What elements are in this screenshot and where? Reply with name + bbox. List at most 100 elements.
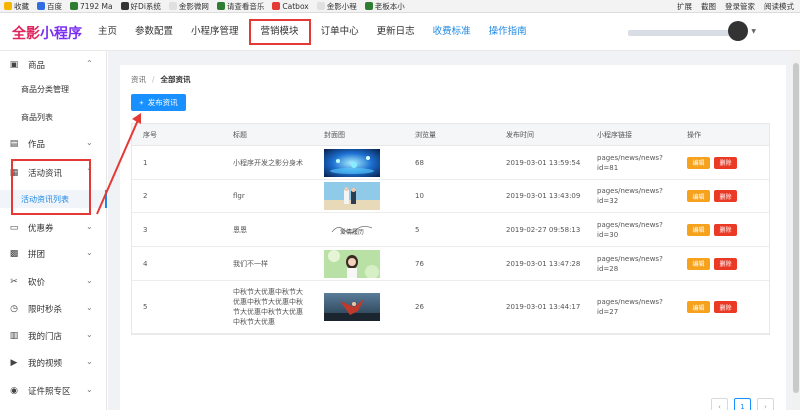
- sidebar-item[interactable]: ▤ 作品 ⌄: [0, 135, 107, 153]
- prev-page-button[interactable]: ‹: [711, 398, 728, 410]
- sidebar-item[interactable]: ▭ 优惠券 ⌄: [0, 219, 107, 237]
- table-header: 序号 标题 封面图 浏览量 发布时间 小程序链接 操作: [132, 124, 769, 146]
- sidebar-item-label: 作品: [28, 140, 46, 150]
- row-title: 小程序开发之影分身术: [233, 158, 303, 167]
- sidebar-subitem[interactable]: 商品列表: [0, 108, 107, 126]
- cover-image: [324, 281, 380, 333]
- bookmark-favicon-icon: [168, 2, 177, 10]
- delete-button[interactable]: 删除: [714, 301, 737, 313]
- delete-button[interactable]: 删除: [714, 190, 737, 202]
- bookmark-item[interactable]: 请查看音乐: [216, 1, 264, 12]
- scrollbar-thumb[interactable]: [793, 63, 799, 393]
- sidebar-item[interactable]: ◉ 证件照专区 ⌄: [0, 382, 107, 400]
- logo-text-part2: 小程序: [40, 26, 82, 42]
- sidebar-item[interactable]: ✂ 砍价 ⌄: [0, 273, 107, 291]
- bookmark-item[interactable]: 金影小程: [316, 1, 357, 12]
- news-table: 序号 标题 封面图 浏览量 发布时间 小程序链接 操作 1 小程序开发之影分身术 68 2019-…: [131, 123, 770, 335]
- sidebar-subitem-label: 商品列表: [21, 113, 53, 122]
- nav-item[interactable]: 小程序管理: [191, 21, 239, 43]
- delete-button[interactable]: 删除: [714, 223, 737, 236]
- sidebar-item[interactable]: ▥ 我的门店 ⌄: [0, 327, 107, 345]
- nav-item[interactable]: 操作指南: [489, 21, 527, 43]
- column-header: 浏览量: [415, 130, 436, 139]
- row-actions: 编辑 删除: [687, 180, 737, 212]
- edit-button[interactable]: 编辑: [687, 190, 710, 202]
- bookmark-item[interactable]: 好Di系统: [120, 1, 161, 12]
- nav-item[interactable]: 主页: [98, 21, 117, 43]
- edit-button[interactable]: 编辑: [687, 223, 710, 236]
- sidebar: ◉ 证件照专区 ⌄ ▶ 我的视频 ⌄ ▥ 我的门店 ⌄ ◷ 限时秒杀 ⌄ ✂ 砍价 ⌄ ▩ 拼团 ⌄ ▭ 优惠券 ⌄ 活动…: [0, 51, 107, 410]
- next-page-button[interactable]: ›: [757, 398, 774, 410]
- avatar[interactable]: [728, 21, 748, 41]
- sidebar-item[interactable]: ◷ 限时秒杀 ⌄: [0, 300, 107, 318]
- edit-button[interactable]: 编辑: [687, 257, 710, 270]
- row-publish-time: 2019-03-01 13:44:17: [506, 303, 581, 311]
- column-header: 标题: [233, 130, 247, 139]
- caret-down-icon[interactable]: ▼: [751, 28, 756, 35]
- bookmark-item[interactable]: 老板本小: [364, 1, 405, 12]
- sidebar-item[interactable]: ▩ 拼团 ⌄: [0, 245, 107, 263]
- edit-button[interactable]: 编辑: [687, 156, 710, 169]
- breadcrumb-current: 全部资讯: [160, 75, 191, 84]
- sidebar-item[interactable]: ▣ 商品 ⌃: [0, 56, 107, 74]
- sidebar-subitem-label: 商品分类管理: [21, 85, 69, 94]
- bookmark-item[interactable]: Catbox: [272, 2, 309, 11]
- delete-button[interactable]: 删除: [714, 156, 737, 169]
- bookmark-favicon-icon: [37, 2, 45, 10]
- bookmark-item[interactable]: 百度: [37, 1, 62, 12]
- chevron-down-icon: ⌄: [86, 138, 93, 147]
- store-icon: ▥: [9, 331, 19, 341]
- table-body: 1 小程序开发之影分身术 68 2019-03-01 13:59:54 pages/ne…: [132, 146, 769, 334]
- bookmark-item[interactable]: 收藏: [4, 1, 29, 12]
- browser-tool-button[interactable]: 截图: [701, 1, 716, 12]
- bookmark-favicon-icon: [4, 2, 12, 10]
- sidebar-item-label: 优惠券: [28, 224, 54, 234]
- nav-item[interactable]: 参数配置: [135, 21, 173, 43]
- bookmark-item[interactable]: 7192 Ma: [70, 2, 113, 11]
- sidebar-subitem[interactable]: 商品分类管理: [0, 80, 107, 98]
- breadcrumb-root[interactable]: 资讯: [131, 75, 146, 84]
- clock-icon: ◷: [10, 304, 18, 314]
- row-publish-time: 2019-03-01 13:43:09: [506, 192, 581, 200]
- cover-image: 爱情履历: [324, 213, 380, 246]
- bookmark-item[interactable]: 金影微网: [168, 1, 209, 12]
- edit-button[interactable]: 编辑: [687, 301, 710, 313]
- delete-button[interactable]: 删除: [714, 257, 737, 270]
- browser-tool-button[interactable]: 扩展: [677, 1, 692, 12]
- sidebar-item-label: 商品: [28, 61, 46, 71]
- bookmark-label: 老板本小: [374, 1, 405, 11]
- row-actions: 编辑 删除: [687, 213, 737, 246]
- chevron-down-icon: ⌄: [86, 357, 93, 366]
- cover-image: [324, 146, 380, 179]
- bookmark-label: 百度: [47, 1, 62, 11]
- row-views: 76: [415, 259, 424, 268]
- bookmark-list: 收藏 百度 7192 Ma 好Di系统 金影微网 请查看音乐 Catbox 金影小程 老板本小: [0, 1, 405, 12]
- camera-icon: ◉: [10, 386, 18, 396]
- bookmark-favicon-icon: [364, 2, 373, 10]
- scrollbar[interactable]: [792, 51, 800, 410]
- browser-tool-button[interactable]: 登录管家: [725, 1, 755, 12]
- row-views: 26: [415, 303, 424, 311]
- nav-item[interactable]: 收费标准: [433, 21, 471, 43]
- sidebar-item-label: 拼团: [28, 250, 46, 260]
- table-row: 1 小程序开发之影分身术 68 2019-03-01 13:59:54 pages/ne…: [132, 146, 769, 180]
- nav-item[interactable]: 订单中心: [321, 21, 359, 43]
- table-row: 5 中秋节大优惠中秋节大优惠中秋节大优惠中秋节大优惠中秋节大优惠中秋节大优惠 26 2…: [132, 281, 769, 334]
- table-row: 4 我们不一样 76 2019-03-01 13:47:28 pages/news/ne…: [132, 247, 769, 281]
- row-miniprogram-link: pages/news/news?id=30: [597, 220, 663, 239]
- table-row: 3 恩恩 爱情履历 5 2019-02-27 09:58:13 pages/news/ne…: [132, 213, 769, 247]
- bookmark-favicon-icon: [120, 2, 129, 10]
- sidebar-item-label: 我的门店: [28, 332, 63, 342]
- nav-item[interactable]: 更新日志: [377, 21, 415, 43]
- user-name-blurred: [628, 30, 736, 36]
- nav-item[interactable]: 营销模块: [248, 19, 311, 45]
- row-actions: 编辑 删除: [687, 281, 737, 333]
- row-miniprogram-link: pages/news/news?id=27: [597, 298, 663, 316]
- browser-tool-button[interactable]: 阅读模式: [764, 1, 794, 12]
- bookmark-favicon-icon: [216, 2, 225, 10]
- sidebar-item[interactable]: ▶ 我的视频 ⌄: [0, 354, 107, 372]
- logo[interactable]: 全影小程序: [12, 23, 82, 43]
- row-views: 5: [415, 225, 420, 234]
- publish-news-button[interactable]: + 发布资讯: [131, 94, 186, 111]
- page-number-button[interactable]: 1: [734, 398, 751, 410]
